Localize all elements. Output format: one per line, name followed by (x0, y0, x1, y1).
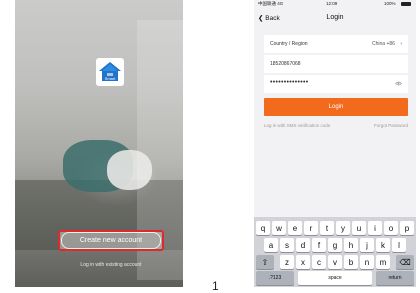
return-key[interactable]: return (376, 271, 414, 285)
key-i[interactable]: i (368, 221, 382, 235)
key-o[interactable]: o (384, 221, 398, 235)
key-m[interactable]: m (376, 255, 390, 269)
page-title: Login (326, 14, 344, 21)
key-h[interactable]: h (344, 238, 358, 252)
sms-login-link[interactable]: Log in with SMS verification code (264, 123, 330, 128)
space-key[interactable]: space (298, 271, 372, 285)
key-z[interactable]: z (280, 255, 294, 269)
carrier-label: 中国联通 4G (258, 1, 284, 6)
country-label: Country / Region (270, 41, 308, 47)
svg-text:Smart: Smart (105, 76, 117, 81)
key-b[interactable]: b (344, 255, 358, 269)
app-logo: Smart (96, 58, 124, 86)
delete-key[interactable]: ⌫ (396, 255, 414, 269)
phone-field[interactable]: 18520867068 (264, 55, 408, 73)
phone-value: 18520867068 (270, 61, 301, 67)
key-p[interactable]: p (400, 221, 414, 235)
key-g[interactable]: g (328, 238, 342, 252)
status-time: 12:09 (326, 1, 338, 6)
shift-key[interactable]: ⇧ (256, 255, 274, 269)
password-field[interactable]: •••••••••••••• (264, 75, 408, 93)
key-a[interactable]: a (264, 238, 278, 252)
login-screen: 中国联通 4G 12:09 100% ❮ Back Login Country … (254, 0, 416, 287)
key-x[interactable]: x (296, 255, 310, 269)
battery-icon (401, 2, 411, 6)
key-e[interactable]: e (288, 221, 302, 235)
key-l[interactable]: l (392, 238, 406, 252)
key-u[interactable]: u (352, 221, 366, 235)
key-s[interactable]: s (280, 238, 294, 252)
country-region-selector[interactable]: Country / Region China +86 › (264, 35, 408, 53)
login-existing-link[interactable]: Log in with existing account (58, 262, 164, 268)
key-f[interactable]: f (312, 238, 326, 252)
key-v[interactable]: v (328, 255, 342, 269)
numbers-key[interactable]: .?123 (256, 271, 294, 285)
battery-label: 100% (384, 1, 396, 6)
key-j[interactable]: j (360, 238, 374, 252)
key-k[interactable]: k (376, 238, 390, 252)
key-n[interactable]: n (360, 255, 374, 269)
chevron-right-icon: › (400, 41, 402, 47)
key-w[interactable]: w (272, 221, 286, 235)
keyboard: q w e r t y u i o p a s d f g h j k l ⇧ … (254, 217, 416, 287)
country-value: China +86 › (372, 41, 402, 47)
key-y[interactable]: y (336, 221, 350, 235)
navigation-bar: ❮ Back Login (254, 11, 416, 27)
key-d[interactable]: d (296, 238, 310, 252)
status-bar: 中国联通 4G 12:09 100% (254, 1, 416, 9)
key-q[interactable]: q (256, 221, 270, 235)
forgot-password-link[interactable]: Forgot Password (374, 123, 408, 128)
create-account-button[interactable]: Create new account (61, 232, 161, 249)
key-r[interactable]: r (304, 221, 318, 235)
welcome-screen: Smart Create new account Log in with exi… (15, 0, 183, 287)
eye-icon[interactable] (395, 81, 402, 86)
create-account-highlight[interactable]: Create new account (58, 230, 164, 251)
smart-home-icon: Smart (98, 60, 122, 84)
key-c[interactable]: c (312, 255, 326, 269)
key-t[interactable]: t (320, 221, 334, 235)
password-value: •••••••••••••• (270, 79, 309, 86)
login-button[interactable]: Login (264, 98, 408, 116)
